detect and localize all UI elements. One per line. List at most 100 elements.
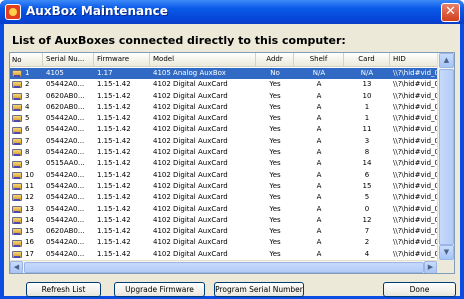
aux-card-icon	[12, 92, 22, 100]
row-serial: 05442A0...	[46, 204, 85, 213]
row-model: 4102 Digital AuxCard	[153, 215, 228, 224]
column-header-no[interactable]: No	[10, 53, 43, 67]
row-serial: 4105	[46, 69, 64, 77]
done-button[interactable]: Done	[383, 282, 456, 297]
row-card: 14	[362, 159, 372, 168]
close-button[interactable]: ✕	[441, 3, 460, 22]
column-header-addr[interactable]: Addr	[256, 53, 294, 67]
table-row[interactable]: 6 05442A0... 1.15-1.42 4102 Digital AuxCard…	[10, 124, 438, 135]
row-card: 13	[362, 80, 372, 89]
auxbox-maintenance-window: AuxBox Maintenance ✕ List of AuxBoxes co…	[0, 0, 464, 299]
app-icon	[5, 4, 21, 20]
table-row[interactable]: 11 05442A0... 1.15-1.42 4102 Digital AuxCar…	[10, 181, 438, 192]
column-header-card[interactable]: Card	[344, 53, 390, 67]
row-model: 4102 Digital AuxCard	[153, 125, 228, 134]
table-row[interactable]: 8 05442A0... 1.15-1.42 4102 Digital AuxCard…	[10, 147, 438, 158]
horizontal-scrollbar[interactable]: ◀ ▶	[10, 260, 438, 273]
row-card: 12	[362, 215, 372, 224]
table-row[interactable]: 3 0620AB0... 1.15-1.42 4102 Digital AuxCard…	[10, 91, 438, 102]
row-card: 5	[364, 193, 370, 202]
vertical-scroll-thumb[interactable]	[439, 69, 454, 245]
row-card: 2	[364, 238, 370, 247]
row-number-text: 9	[25, 159, 30, 168]
aux-card-icon	[12, 217, 22, 224]
table-row[interactable]: 16 05442A0... 1.15-1.42 4102 Digital AuxCar…	[10, 237, 438, 248]
row-number: 17	[10, 249, 43, 260]
column-header-shelf[interactable]: Shelf	[294, 53, 344, 67]
auxbox-list[interactable]: No Serial Nu... Firmware Model Addr Shel…	[9, 52, 455, 274]
row-firmware: 1.15-1.42	[97, 114, 131, 123]
row-shelf: A	[316, 204, 322, 213]
table-row[interactable]: 9 0515AA0... 1.15-1.42 4102 Digital AuxCard…	[10, 158, 438, 169]
row-firmware: 1.15-1.42	[97, 238, 131, 247]
scroll-right-button[interactable]: ▶	[424, 261, 437, 273]
aux-card-icon	[12, 115, 22, 123]
table-row[interactable]: 7 05442A0... 1.15-1.42 4102 Digital AuxCard…	[10, 136, 438, 147]
row-firmware: 1.15-1.42	[97, 148, 131, 157]
table-row[interactable]: 13 05442A0... 1.15-1.42 4102 Digital AuxCar…	[10, 204, 438, 215]
row-hid: \\?\hid#vid_0bbf	[393, 227, 438, 236]
table-row[interactable]: 5 05442A0... 1.15-1.42 4102 Digital AuxCard…	[10, 113, 438, 124]
scroll-left-button[interactable]: ◀	[10, 261, 23, 273]
table-row[interactable]: 1 4105 1.17 4105 Analog AuxBox No N/A N/A \\?\h…	[10, 68, 438, 80]
row-card: 11	[362, 125, 372, 134]
row-number-text: 16	[25, 238, 34, 247]
aux-card-icon	[12, 104, 22, 112]
table-row[interactable]: 17 05442A0... 1.15-1.42 4102 Digital AuxCar…	[10, 249, 438, 260]
vertical-scrollbar[interactable]: ▲ ▼	[437, 53, 454, 261]
row-model: 4102 Digital AuxCard	[153, 170, 228, 179]
row-addr: Yes	[269, 80, 281, 89]
scroll-down-button[interactable]: ▼	[439, 245, 454, 260]
row-serial: 05442A0...	[46, 136, 85, 145]
upgrade-firmware-button[interactable]: Upgrade Firmware	[114, 282, 205, 297]
row-number-text: 12	[25, 193, 34, 202]
row-model: 4102 Digital AuxCard	[153, 181, 228, 190]
aux-card-icon	[12, 194, 22, 202]
table-row[interactable]: 15 0620AB0... 1.15-1.42 4102 Digital AuxCar…	[10, 226, 438, 237]
row-card: 8	[364, 148, 370, 157]
row-model: 4102 Digital AuxCard	[153, 148, 228, 157]
row-shelf: A	[316, 102, 322, 111]
aux-card-icon	[12, 228, 22, 236]
row-number-text: 7	[25, 136, 30, 145]
row-serial: 05442A0...	[46, 170, 85, 179]
title-bar[interactable]: AuxBox Maintenance ✕	[0, 0, 464, 24]
row-serial: 0620AB0...	[46, 227, 85, 236]
row-shelf: A	[316, 136, 322, 145]
row-hid: \\?\hid#vid_0bbf	[393, 102, 438, 111]
column-header-firmware[interactable]: Firmware	[94, 53, 150, 67]
program-serial-number-button[interactable]: Program Serial Number	[214, 282, 304, 297]
row-number: 9	[10, 158, 43, 169]
row-addr: Yes	[269, 227, 281, 236]
row-model: 4102 Digital AuxCard	[153, 249, 228, 258]
row-shelf: A	[316, 125, 322, 134]
row-serial: 05442A0...	[46, 148, 85, 157]
row-hid: \\?\hid#vid_0bbf	[393, 204, 438, 213]
row-number-text: 5	[25, 114, 30, 123]
refresh-list-button[interactable]: Refresh List	[26, 282, 101, 297]
row-number-text: 6	[25, 125, 30, 134]
column-header-serial[interactable]: Serial Nu...	[43, 53, 94, 67]
table-row[interactable]: 2 05442A0... 1.15-1.42 4102 Digital AuxCard…	[10, 79, 438, 90]
row-addr: Yes	[269, 102, 281, 111]
row-addr: Yes	[269, 125, 281, 134]
column-header-hid[interactable]: HID	[390, 53, 438, 67]
table-row[interactable]: 14 05442A0... 1.15-1.42 4102 Digital AuxCar…	[10, 215, 438, 226]
row-serial: 0620AB0...	[46, 91, 85, 100]
row-addr: Yes	[269, 114, 281, 123]
row-number-text: 1	[25, 69, 30, 77]
column-header-model[interactable]: Model	[150, 53, 256, 67]
table-row[interactable]: 4 0620AB0... 1.15-1.42 4102 Digital AuxCard…	[10, 102, 438, 113]
row-number-text: 13	[25, 204, 34, 213]
table-row[interactable]: 12 05442A0... 1.15-1.42 4102 Digital AuxCar…	[10, 192, 438, 203]
horizontal-scroll-thumb[interactable]	[24, 262, 424, 273]
table-row[interactable]: 10 05442A0... 1.15-1.42 4102 Digital AuxCar…	[10, 170, 438, 181]
row-model: 4102 Digital AuxCard	[153, 102, 228, 111]
row-number-text: 14	[25, 215, 34, 224]
row-number: 14	[10, 215, 43, 226]
row-number: 2	[10, 79, 43, 90]
row-model: 4102 Digital AuxCard	[153, 193, 228, 202]
row-addr: Yes	[269, 170, 281, 179]
scroll-up-button[interactable]: ▲	[439, 53, 454, 68]
row-firmware: 1.15-1.42	[97, 215, 131, 224]
